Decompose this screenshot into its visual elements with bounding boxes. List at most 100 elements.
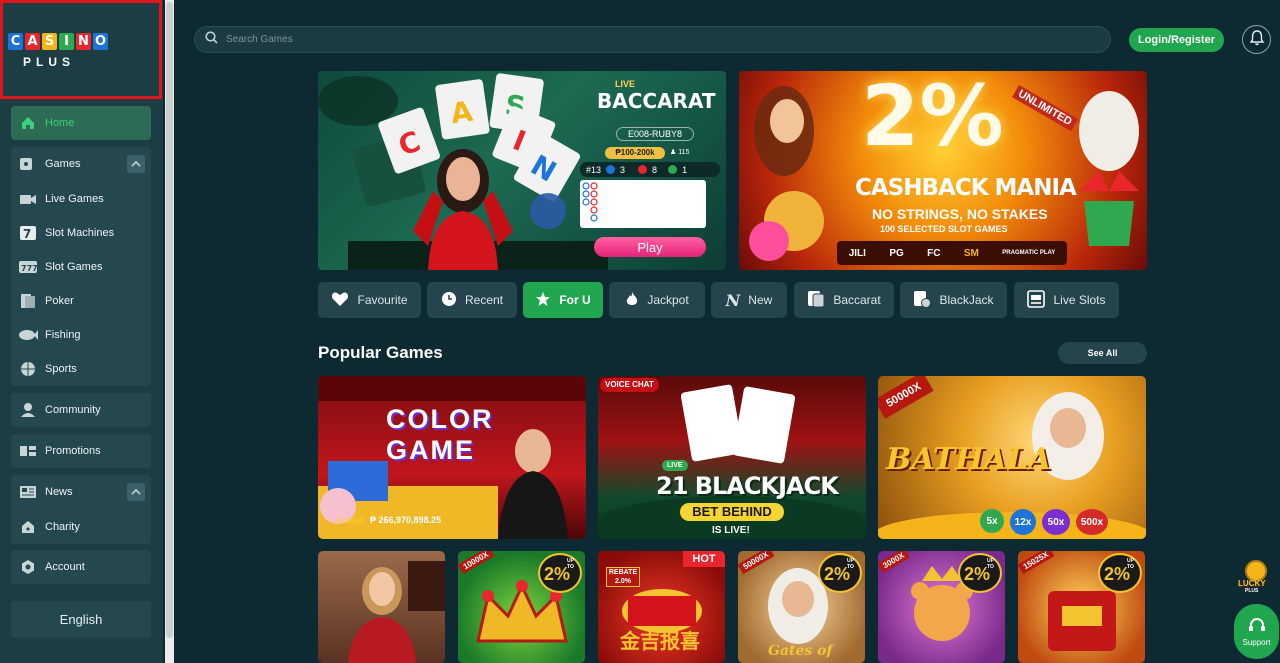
tab-label: Recent: [464, 293, 504, 307]
search-bar[interactable]: [194, 26, 1111, 53]
svg-text:7: 7: [23, 227, 31, 241]
tab-baccarat[interactable]: Baccarat: [794, 282, 894, 318]
sidebar-item-live-games[interactable]: Live Games: [11, 182, 151, 216]
nav-group-games: Games Live Games 7 Slot Machines 777 Slo…: [11, 147, 151, 386]
sidebar-item-sports[interactable]: Sports: [11, 352, 151, 386]
provider-sm: SM: [963, 247, 979, 259]
chevron-up-icon[interactable]: [127, 483, 145, 501]
clock-icon: [441, 291, 457, 310]
sidebar-item-label: Live Games: [45, 193, 104, 205]
game-card-color-game[interactable]: COLOR GAME Jackpot ₱ 266,970,898.25: [318, 376, 586, 539]
tab-favourite[interactable]: Favourite: [318, 282, 421, 318]
logo-letters: C A S I N O: [8, 33, 108, 50]
tab-new[interactable]: N New: [711, 282, 787, 318]
game-card-lucky-bear[interactable]: 3000X 2% UP TO: [878, 551, 1005, 663]
game-card-gates-of-olympus[interactable]: 50000X 2% UP TO Gates of: [738, 551, 865, 663]
tab-live-slots[interactable]: Live Slots: [1014, 282, 1119, 318]
live-slots-icon: [1027, 289, 1046, 311]
tab-label: Live Slots: [1053, 293, 1106, 307]
lucky-label: LUCKY: [1238, 579, 1266, 588]
logo-letter: S: [42, 33, 57, 50]
notification-button[interactable]: [1242, 25, 1271, 54]
baccarat-icon: [807, 290, 825, 311]
promo-badge: 2% UP TO: [958, 553, 1002, 593]
live-badge: LIVE: [662, 460, 688, 471]
sidebar-item-home[interactable]: Home: [11, 106, 151, 140]
chevron-up-icon[interactable]: [127, 155, 145, 173]
account-icon: [18, 558, 38, 576]
logo-letter: I: [59, 33, 74, 50]
tab-label: Baccarat: [833, 293, 881, 307]
sidebar-scroll-thumb[interactable]: [166, 2, 173, 638]
support-button[interactable]: Support: [1234, 604, 1279, 659]
banner-cashback-mania[interactable]: 2% UNLIMITED CASHBACK MANIA NO STRINGS, …: [739, 71, 1147, 270]
casino-plus-logo[interactable]: C A S I N O PLUS: [0, 0, 162, 99]
tab-blackjack[interactable]: BlackJack: [900, 282, 1007, 318]
player-count: 3: [620, 164, 626, 175]
sidebar-item-charity[interactable]: Charity: [11, 510, 151, 544]
promotions-icon: [18, 442, 38, 460]
game-card-fortune-gems[interactable]: 15025X 2% UP TO: [1018, 551, 1145, 663]
table-id: E008-RUBY8: [616, 127, 694, 141]
headset-icon: [1248, 617, 1266, 635]
color-game-title: COLOR GAME: [386, 404, 494, 465]
bet-range-badge: ₱100-200k: [605, 147, 665, 159]
game-title: 金吉报喜: [620, 629, 700, 653]
tab-label: New: [748, 293, 773, 307]
provider-pragmatic: PRAGMATIC PLAY: [1002, 250, 1056, 256]
support-label: Support: [1242, 637, 1271, 647]
sidebar: C A S I N O PLUS Home Games Live Games 7…: [0, 0, 163, 663]
road-map-grid: [582, 182, 598, 222]
play-button[interactable]: Play: [594, 237, 706, 257]
blackjack-icon: [913, 290, 932, 311]
promo-badge: 2% UP TO: [538, 553, 582, 593]
up-to-label: UP TO: [847, 558, 854, 570]
provider-jili: JILI: [848, 247, 866, 259]
voice-chat-badge: VOICE CHAT: [600, 378, 659, 392]
logo-letter: C: [8, 33, 23, 50]
game-card-bathala[interactable]: 50000X BATHALA 5x 12x 50x 500x: [878, 376, 1146, 539]
logo-letter: O: [93, 33, 108, 50]
tab-for-u[interactable]: For U: [523, 282, 603, 318]
bet-behind-badge: BET BEHIND: [680, 503, 784, 521]
sidebar-item-label: Community: [45, 404, 101, 416]
search-input[interactable]: [226, 34, 1026, 45]
sidebar-item-news[interactable]: News: [11, 475, 151, 509]
sidebar-item-games[interactable]: Games: [11, 147, 151, 181]
sidebar-item-poker[interactable]: Poker: [11, 284, 151, 318]
sidebar-item-label: Slot Machines: [45, 227, 115, 239]
banker-count: 8: [652, 164, 658, 175]
flame-icon: [625, 291, 639, 310]
player-dot: [606, 165, 616, 174]
game-card-blackjack[interactable]: VOICE CHAT LIVE 21 BLACKJACK BET BEHIND …: [598, 376, 866, 539]
provider-pg: PG: [889, 247, 904, 259]
sidebar-item-label: Charity: [45, 521, 80, 533]
banker-dot: [638, 165, 648, 174]
search-icon: [205, 30, 218, 49]
see-all-button[interactable]: See All: [1058, 342, 1147, 364]
sidebar-item-promotions[interactable]: Promotions: [11, 434, 151, 468]
sidebar-item-slot-games[interactable]: 777 Slot Games: [11, 250, 151, 284]
login-register-button[interactable]: Login/Register: [1129, 28, 1224, 52]
sidebar-item-community[interactable]: Community: [11, 393, 151, 427]
cashback-percent: 2%: [861, 71, 1004, 165]
sidebar-item-fishing[interactable]: Fishing: [11, 318, 151, 352]
news-icon: [18, 483, 38, 501]
sidebar-item-slot-machines[interactable]: 7 Slot Machines: [11, 216, 151, 250]
lucky-plus-widget[interactable]: LUCKY PLUS: [1237, 557, 1275, 595]
tab-jackpot[interactable]: Jackpot: [609, 282, 705, 318]
players-count: ♟ 115: [670, 148, 689, 156]
game-card-jin-ji-bao-xi[interactable]: HOT REBATE 2.0% 金吉报喜: [598, 551, 725, 663]
provider-fc: FC: [927, 247, 941, 259]
bell-icon: [1249, 29, 1265, 51]
logo-letter: A: [25, 33, 40, 50]
baccarat-title: BACCARAT: [597, 89, 716, 113]
game-card-joker[interactable]: 10000X 2% UP TO: [458, 551, 585, 663]
sidebar-item-label: Fishing: [45, 329, 81, 341]
jackpot-label: Jackpot: [334, 515, 366, 525]
game-card-live-dealer[interactable]: [318, 551, 445, 663]
language-selector[interactable]: English: [11, 601, 151, 638]
tab-recent[interactable]: Recent: [427, 282, 517, 318]
banner-live-baccarat[interactable]: C A S I N LIVE BACCARAT E008-RUBY8 ₱100-…: [318, 71, 726, 270]
sidebar-item-account[interactable]: Account: [11, 550, 151, 584]
